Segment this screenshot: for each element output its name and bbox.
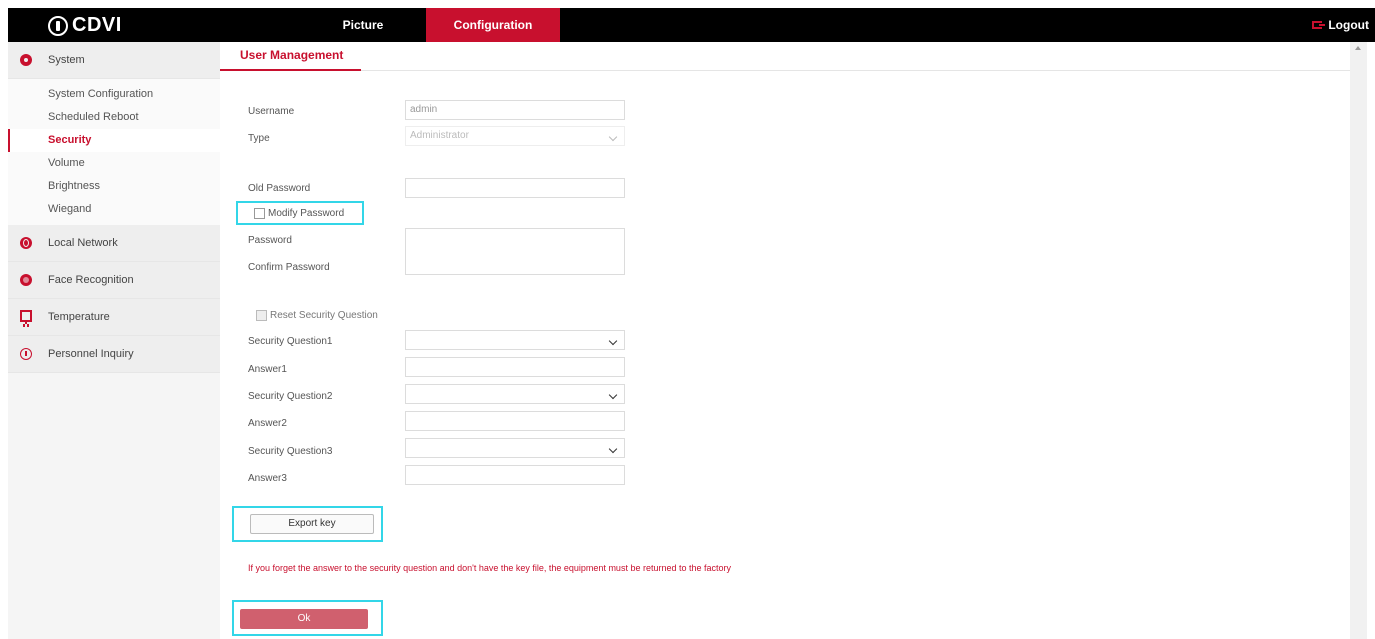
- answer1-field[interactable]: [405, 357, 625, 377]
- tab-configuration[interactable]: Configuration: [426, 8, 560, 42]
- brand-logo: CDVI: [48, 14, 122, 37]
- answer3-label: Answer3: [248, 473, 287, 484]
- logout-button[interactable]: Logout: [1312, 8, 1369, 42]
- sidebar-group-label: Personnel Inquiry: [48, 348, 134, 360]
- username-label: Username: [248, 106, 295, 117]
- highlight-ok: [232, 600, 383, 636]
- face-icon: [20, 274, 32, 286]
- answer2-field[interactable]: [405, 411, 625, 431]
- sidebar-group-personnel-inquiry[interactable]: Personnel Inquiry: [8, 336, 220, 373]
- info-icon: [20, 348, 32, 360]
- sidebar-group-local-network[interactable]: Local Network: [8, 225, 220, 262]
- sidebar-group-label: System: [48, 54, 85, 66]
- chevron-down-icon: [608, 444, 618, 454]
- sidebar-group-face-recognition[interactable]: Face Recognition: [8, 262, 220, 299]
- tab-user-management[interactable]: User Management: [220, 42, 362, 71]
- sidebar-item-brightness[interactable]: Brightness: [8, 175, 220, 198]
- gear-icon: [20, 54, 32, 66]
- sidebar-item-wiegand[interactable]: Wiegand: [8, 198, 220, 221]
- cdvi-logo-icon: [48, 15, 68, 36]
- confirm-password-label: Confirm Password: [248, 262, 330, 273]
- sidebar-item-volume[interactable]: Volume: [8, 152, 220, 175]
- vertical-scrollbar[interactable]: [1350, 42, 1367, 639]
- security-question2-select[interactable]: [405, 384, 625, 404]
- type-label: Type: [248, 133, 270, 144]
- globe-icon: [20, 237, 32, 249]
- scroll-up-arrow-icon[interactable]: [1355, 46, 1361, 50]
- chevron-down-icon: [608, 132, 618, 142]
- security-question3-select[interactable]: [405, 438, 625, 458]
- security-question2-label: Security Question2: [248, 391, 333, 402]
- old-password-label: Old Password: [248, 183, 311, 194]
- main-content: User Management Username admin Type Admi…: [220, 42, 1350, 639]
- warning-text: If you forget the answer to the security…: [248, 563, 732, 573]
- reset-security-question-row[interactable]: Reset Security Question: [256, 310, 378, 321]
- sidebar-submenu-system: System Configuration Scheduled Reboot Se…: [8, 79, 220, 225]
- answer1-label: Answer1: [248, 364, 287, 375]
- chevron-down-icon: [608, 390, 618, 400]
- sidebar-group-label: Temperature: [48, 311, 110, 323]
- sidebar-group-system[interactable]: System: [8, 42, 220, 79]
- sidebar-item-scheduled-reboot[interactable]: Scheduled Reboot: [8, 106, 220, 129]
- content-tab-bar: User Management: [220, 42, 1350, 71]
- security-question1-select[interactable]: [405, 330, 625, 350]
- security-question3-label: Security Question3: [248, 446, 333, 457]
- sidebar-item-security[interactable]: Security: [8, 129, 220, 152]
- logout-icon: [1312, 21, 1326, 29]
- type-select[interactable]: Administrator: [405, 126, 625, 146]
- tab-picture[interactable]: Picture: [308, 8, 418, 42]
- password-label: Password: [248, 235, 292, 246]
- sidebar-group-temperature[interactable]: Temperature: [8, 299, 220, 336]
- security-question1-label: Security Question1: [248, 336, 333, 347]
- highlight-export-key: [232, 506, 383, 542]
- sidebar-group-label: Local Network: [48, 237, 118, 249]
- answer3-field[interactable]: [405, 465, 625, 485]
- answer2-label: Answer2: [248, 418, 287, 429]
- chevron-down-icon: [608, 336, 618, 346]
- top-bar: CDVI Picture Configuration Logout: [8, 8, 1375, 42]
- sidebar-group-label: Face Recognition: [48, 274, 134, 286]
- old-password-field[interactable]: [405, 178, 625, 198]
- monitor-icon: [20, 310, 32, 324]
- password-fields[interactable]: [405, 228, 625, 275]
- type-select-value: Administrator: [410, 130, 469, 141]
- reset-security-question-label: Reset Security Question: [270, 310, 378, 321]
- username-field[interactable]: admin: [405, 100, 625, 120]
- sidebar-item-system-configuration[interactable]: System Configuration: [8, 83, 220, 106]
- logout-label: Logout: [1328, 18, 1369, 32]
- sidebar: System System Configuration Scheduled Re…: [8, 42, 220, 639]
- highlight-modify-password: [236, 201, 364, 225]
- reset-security-question-checkbox[interactable]: [256, 310, 267, 321]
- brand-name: CDVI: [72, 14, 122, 36]
